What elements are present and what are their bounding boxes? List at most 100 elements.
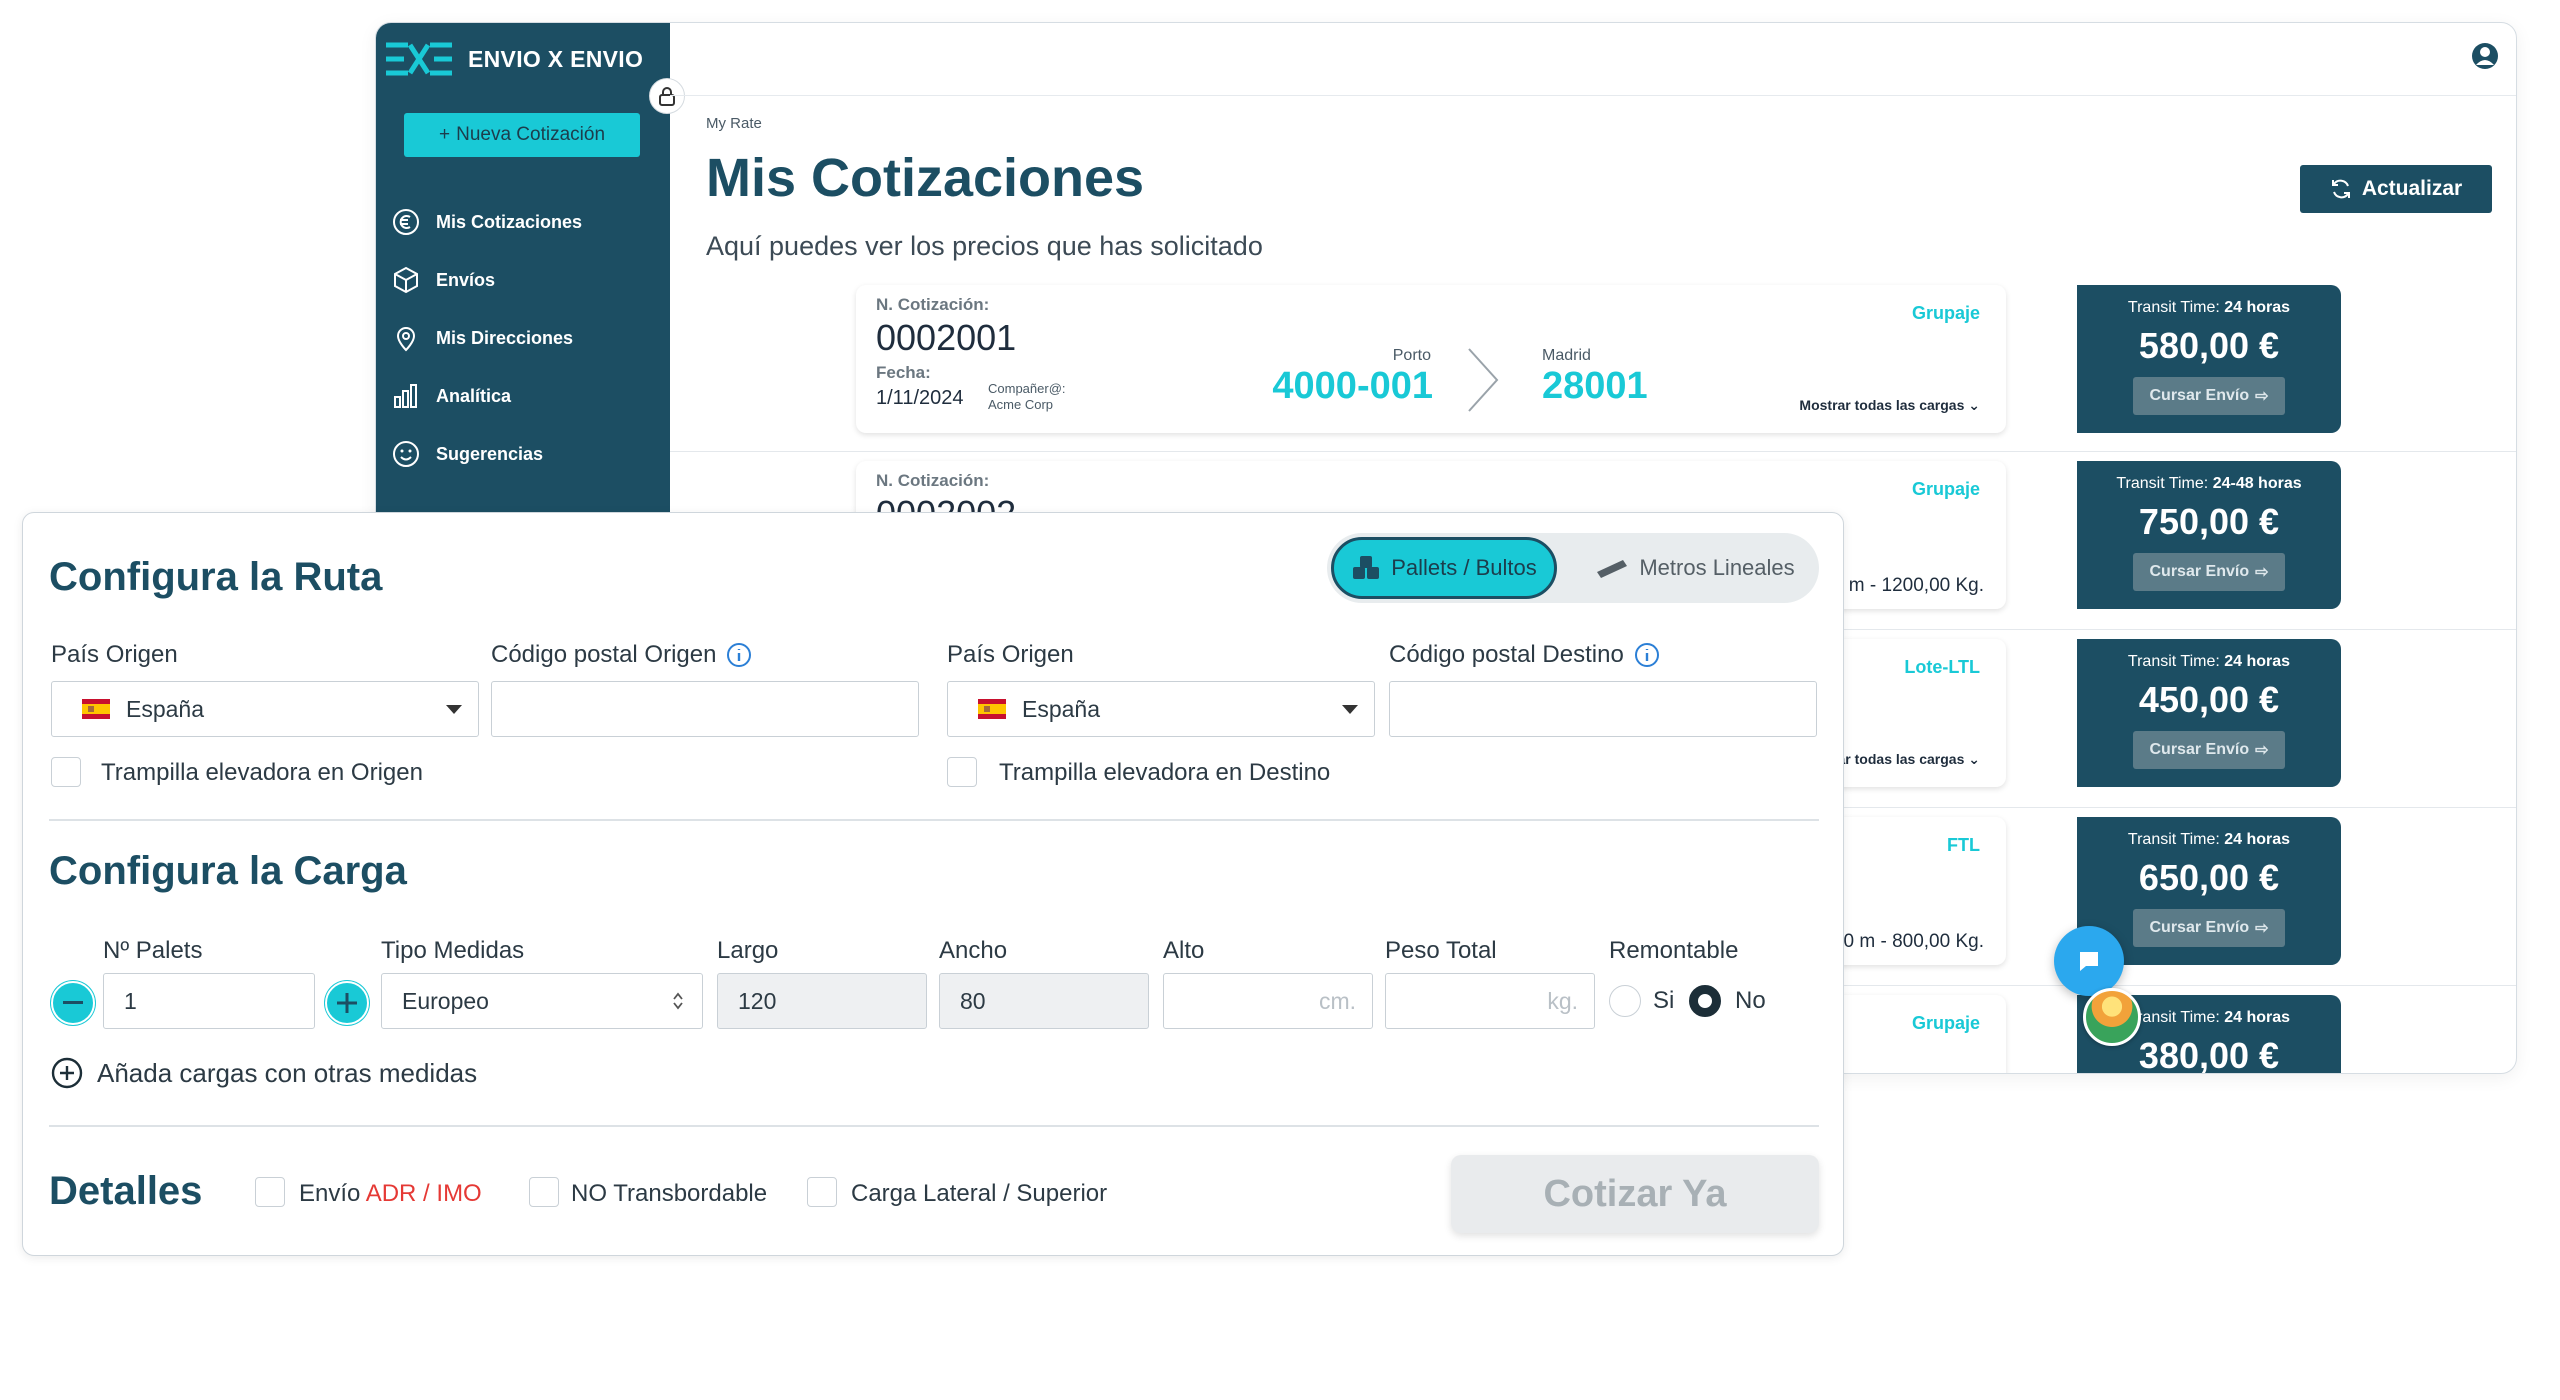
height-input[interactable]: cm. bbox=[1163, 973, 1373, 1029]
increment-pallets-button[interactable] bbox=[325, 981, 369, 1025]
load-mode-toggle: Pallets / Bultos Metros Lineales bbox=[1327, 533, 1819, 603]
width-label: Ancho bbox=[939, 937, 1008, 964]
origin-country-select[interactable]: España bbox=[51, 681, 479, 737]
caret-down-icon bbox=[446, 704, 462, 714]
refresh-button[interactable]: Actualizar bbox=[2300, 165, 2492, 213]
adr-prefix: Envío bbox=[299, 1180, 361, 1207]
origin-tail-lift-checkbox[interactable] bbox=[51, 757, 81, 787]
width-input[interactable]: 80 bbox=[939, 973, 1149, 1029]
sidebar-item-mis-direcciones[interactable]: Mis Direcciones bbox=[390, 309, 660, 367]
transit-value: 24 horas bbox=[2224, 299, 2291, 316]
height-unit: cm. bbox=[1318, 987, 1356, 1014]
box-icon bbox=[394, 266, 418, 294]
length-input[interactable]: 120 bbox=[717, 973, 927, 1029]
destination-postal-code-input[interactable] bbox=[1389, 681, 1817, 737]
price-panel: Transit Time: 24-48 horas 750,00 € Cursa… bbox=[2077, 461, 2341, 609]
show-all-loads-link[interactable]: Mostrar todas las cargas ⌄ bbox=[1799, 397, 1980, 414]
length-value: 120 bbox=[738, 987, 777, 1014]
weight-label: Peso Total bbox=[1385, 937, 1497, 964]
spain-flag-icon bbox=[82, 699, 110, 719]
adr-imo-checkbox[interactable] bbox=[255, 1177, 285, 1207]
cursar-label: Cursar Envío bbox=[2149, 919, 2250, 936]
origin-postal-code-input[interactable] bbox=[491, 681, 919, 737]
length-label: Largo bbox=[717, 937, 779, 964]
user-account-icon[interactable] bbox=[2470, 41, 2500, 71]
destination-country-select[interactable]: España bbox=[947, 681, 1375, 737]
chat-button[interactable] bbox=[2054, 926, 2124, 996]
no-transshipment-checkbox[interactable] bbox=[529, 1177, 559, 1207]
toggle-pallets[interactable]: Pallets / Bultos bbox=[1331, 537, 1557, 599]
stackable-yes-label: Si bbox=[1653, 987, 1675, 1014]
euro-icon bbox=[393, 209, 419, 235]
height-label: Alto bbox=[1163, 937, 1205, 964]
sidebar-nav: Mis Cotizaciones Envíos Mis Direcciones … bbox=[390, 193, 660, 483]
pallets-input[interactable]: 1 bbox=[103, 973, 315, 1029]
sidebar-item-mis-cotizaciones[interactable]: Mis Cotizaciones bbox=[390, 193, 660, 251]
cargo-type: Lote-LTL bbox=[1904, 657, 1980, 677]
dest-country-label-text: País Origen bbox=[947, 641, 1074, 668]
stackable-label: Remontable bbox=[1609, 937, 1739, 964]
origin-cp-label-text: Código postal Origen bbox=[491, 641, 717, 668]
weight-unit: kg. bbox=[1547, 987, 1578, 1014]
cursar-envio-button[interactable]: Cursar Envío ⇨ bbox=[2133, 553, 2285, 591]
truck-icon: ⇨ bbox=[2255, 388, 2269, 405]
sidebar-item-analitica[interactable]: Analítica bbox=[390, 367, 660, 425]
load-section-title: Configura la Carga bbox=[49, 849, 407, 893]
toggle-linear-meters[interactable]: Metros Lineales bbox=[1579, 537, 1811, 599]
transit-label: Transit Time: bbox=[2127, 1009, 2220, 1026]
decrement-pallets-button[interactable] bbox=[51, 981, 95, 1025]
stackable-yes-radio[interactable] bbox=[1609, 985, 1641, 1017]
quote-now-button[interactable]: Cotizar Ya bbox=[1451, 1155, 1819, 1233]
sidebar-item-sugerencias[interactable]: Sugerencias bbox=[390, 425, 660, 483]
measure-type-select[interactable]: Europeo bbox=[381, 973, 703, 1029]
avatar[interactable] bbox=[2083, 988, 2141, 1046]
quote-card[interactable]: N. Cotización: 0002001 Fecha: 1/11/2024 … bbox=[856, 285, 2006, 433]
transit-label: Transit Time: bbox=[2127, 299, 2220, 316]
top-bar bbox=[670, 23, 2516, 96]
transit-value: 24 horas bbox=[2224, 653, 2291, 670]
side-load-label: Carga Lateral / Superior bbox=[851, 1180, 1108, 1207]
weight-input[interactable]: kg. bbox=[1385, 973, 1595, 1029]
cargo-type: Grupaje bbox=[1911, 1013, 1980, 1033]
plus-icon: + bbox=[438, 124, 451, 145]
cursar-label: Cursar Envío bbox=[2149, 563, 2250, 580]
row-divider bbox=[670, 451, 2516, 452]
transit-label: Transit Time: bbox=[2127, 653, 2220, 670]
sidebar-item-label: Envíos bbox=[436, 269, 496, 290]
stackable-no-label: No bbox=[1735, 987, 1766, 1014]
destination-tail-lift-label: Trampilla elevadora en Destino bbox=[999, 759, 1331, 786]
smiley-icon bbox=[393, 441, 419, 467]
measure-type-value: Europeo bbox=[402, 987, 489, 1014]
info-icon[interactable] bbox=[726, 642, 752, 668]
transit-value: 24-48 horas bbox=[2212, 475, 2302, 492]
stackable-no-radio[interactable] bbox=[1689, 985, 1721, 1017]
cursar-envio-button[interactable]: Cursar Envío ⇨ bbox=[2133, 377, 2285, 415]
side-load-checkbox[interactable] bbox=[807, 1177, 837, 1207]
dest-cp-label: Código postal Destino bbox=[1389, 641, 1660, 669]
sidebar-item-label: Mis Direcciones bbox=[436, 327, 574, 348]
select-arrows-icon bbox=[673, 992, 683, 1010]
add-other-loads-link[interactable]: Añada cargas con otras medidas bbox=[51, 1057, 477, 1089]
bar-chart-icon bbox=[394, 384, 417, 408]
cursar-envio-button[interactable]: Cursar Envío ⇨ bbox=[2133, 731, 2285, 769]
cursar-label: Cursar Envío bbox=[2149, 387, 2250, 404]
transit-label: Transit Time: bbox=[2116, 475, 2209, 492]
sidebar-item-envios[interactable]: Envíos bbox=[390, 251, 660, 309]
cargo-type: Grupaje bbox=[1911, 303, 1980, 323]
origin-cp-label: Código postal Origen bbox=[491, 641, 752, 669]
destination-tail-lift-checkbox[interactable] bbox=[947, 757, 977, 787]
sidebar-item-label: Mis Cotizaciones bbox=[436, 211, 583, 232]
toggle-meters-label: Metros Lineales bbox=[1639, 555, 1795, 580]
cursar-envio-button[interactable]: Cursar Envío ⇨ bbox=[2133, 909, 2285, 947]
destination-city: Madrid bbox=[1542, 347, 1591, 364]
breadcrumb: My Rate bbox=[706, 115, 762, 132]
sidebar-item-label: Analítica bbox=[436, 385, 512, 406]
dest-cp-label-text: Código postal Destino bbox=[1389, 641, 1624, 668]
pallets-label: Nº Palets bbox=[103, 937, 203, 964]
minus-icon bbox=[63, 1001, 83, 1004]
refresh-icon bbox=[2331, 179, 2350, 199]
new-quote-button[interactable]: + Nueva Cotización bbox=[404, 113, 640, 157]
truck-icon: ⇨ bbox=[2255, 564, 2269, 581]
info-icon[interactable] bbox=[1634, 642, 1660, 668]
adr-highlight: ADR / IMO bbox=[365, 1180, 482, 1207]
